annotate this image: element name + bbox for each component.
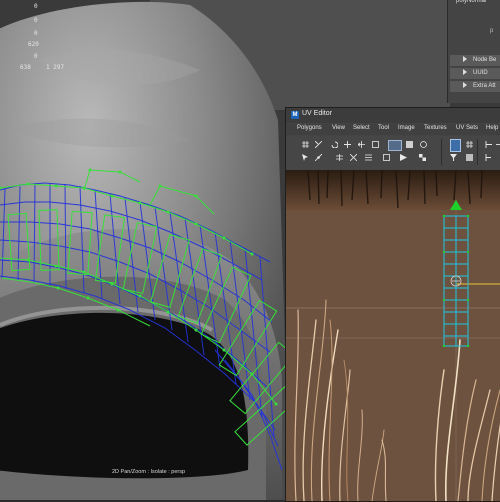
panel-label: p bbox=[490, 28, 494, 34]
hud-stat: 1 297 bbox=[46, 64, 65, 71]
flip-uv-icon[interactable] bbox=[344, 141, 351, 148]
menu-image[interactable]: Image bbox=[398, 125, 415, 131]
uv-canvas[interactable] bbox=[286, 170, 500, 501]
dim-image-icon[interactable] bbox=[466, 141, 473, 148]
distribute-uv-icon[interactable] bbox=[365, 154, 372, 161]
toolbar-divider bbox=[441, 139, 442, 165]
expand-arrow-icon bbox=[463, 82, 467, 89]
section-extra-attributes[interactable]: Extra Att bbox=[450, 81, 500, 92]
select-uv-icon[interactable] bbox=[302, 154, 309, 161]
sew-uv-icon[interactable] bbox=[315, 154, 322, 161]
uv-grid-icon[interactable] bbox=[302, 141, 309, 148]
uv-editor-window[interactable]: M UV Editor Polygons View Select Tool Im… bbox=[285, 107, 500, 502]
section-node-behavior[interactable]: Node Be bbox=[450, 55, 500, 66]
menu-textures[interactable]: Textures bbox=[424, 125, 447, 131]
attribute-editor-panel: polyNormal p Node Be UUID Extra Att bbox=[447, 0, 500, 103]
menu-tool[interactable]: Tool bbox=[378, 125, 389, 131]
menu-polygons[interactable]: Polygons bbox=[297, 125, 322, 131]
hud-stat: 0 bbox=[34, 3, 38, 10]
expand-arrow-icon bbox=[463, 56, 467, 63]
menu-help[interactable]: Help bbox=[486, 125, 498, 131]
hud-stat: 0 bbox=[34, 30, 38, 37]
normalize-uv-icon[interactable] bbox=[383, 154, 390, 161]
hud-stat: 0 bbox=[34, 53, 38, 60]
expand-arrow-icon bbox=[463, 69, 467, 76]
align-icon[interactable] bbox=[485, 141, 492, 148]
section-label: Extra Att bbox=[473, 83, 496, 89]
uv-shell-icon[interactable] bbox=[388, 140, 402, 151]
section-label: Node Be bbox=[473, 57, 497, 63]
unfold-uv-icon[interactable] bbox=[350, 154, 357, 161]
shaded-uv-icon[interactable] bbox=[406, 141, 413, 148]
section-uuid[interactable]: UUID bbox=[450, 68, 500, 79]
texture-border-icon[interactable] bbox=[420, 141, 427, 148]
toolbar-divider bbox=[477, 139, 478, 165]
move-uv-icon[interactable] bbox=[358, 141, 365, 148]
snap-icon[interactable] bbox=[485, 154, 492, 161]
window-title: UV Editor bbox=[302, 110, 332, 117]
uv-menu-bar: Polygons View Select Tool Image Textures… bbox=[286, 124, 500, 135]
layout-uv-icon[interactable] bbox=[372, 141, 379, 148]
uv-cut-icon[interactable] bbox=[315, 141, 322, 148]
exposure-icon[interactable] bbox=[466, 154, 473, 161]
checker-icon[interactable] bbox=[419, 154, 426, 161]
menu-view[interactable]: View bbox=[332, 125, 345, 131]
menu-select[interactable]: Select bbox=[353, 125, 370, 131]
section-label: UUID bbox=[473, 70, 488, 76]
isolate-select-icon[interactable] bbox=[400, 154, 407, 161]
display-image-icon[interactable] bbox=[450, 139, 461, 152]
uv-texture-view bbox=[286, 170, 500, 501]
uv-editor-titlebar[interactable]: M UV Editor bbox=[286, 108, 500, 123]
rotate-uv-icon[interactable] bbox=[331, 141, 338, 148]
filter-icon[interactable] bbox=[450, 154, 457, 161]
hud-stat: 0 bbox=[34, 17, 38, 24]
uv-toolbar bbox=[286, 136, 500, 170]
maya-logo-icon: M bbox=[291, 111, 299, 119]
node-name-field[interactable]: polyNormal bbox=[456, 0, 486, 4]
more-tools-icon[interactable] bbox=[496, 141, 500, 148]
viewport-status-label: 2D Pan/Zoom : Isolate : persp bbox=[112, 469, 186, 475]
hud-stat: 620 bbox=[28, 41, 39, 48]
hud-stat: 638 bbox=[20, 64, 31, 71]
straighten-uv-icon[interactable] bbox=[336, 154, 343, 161]
menu-uv-sets[interactable]: UV Sets bbox=[456, 125, 478, 131]
